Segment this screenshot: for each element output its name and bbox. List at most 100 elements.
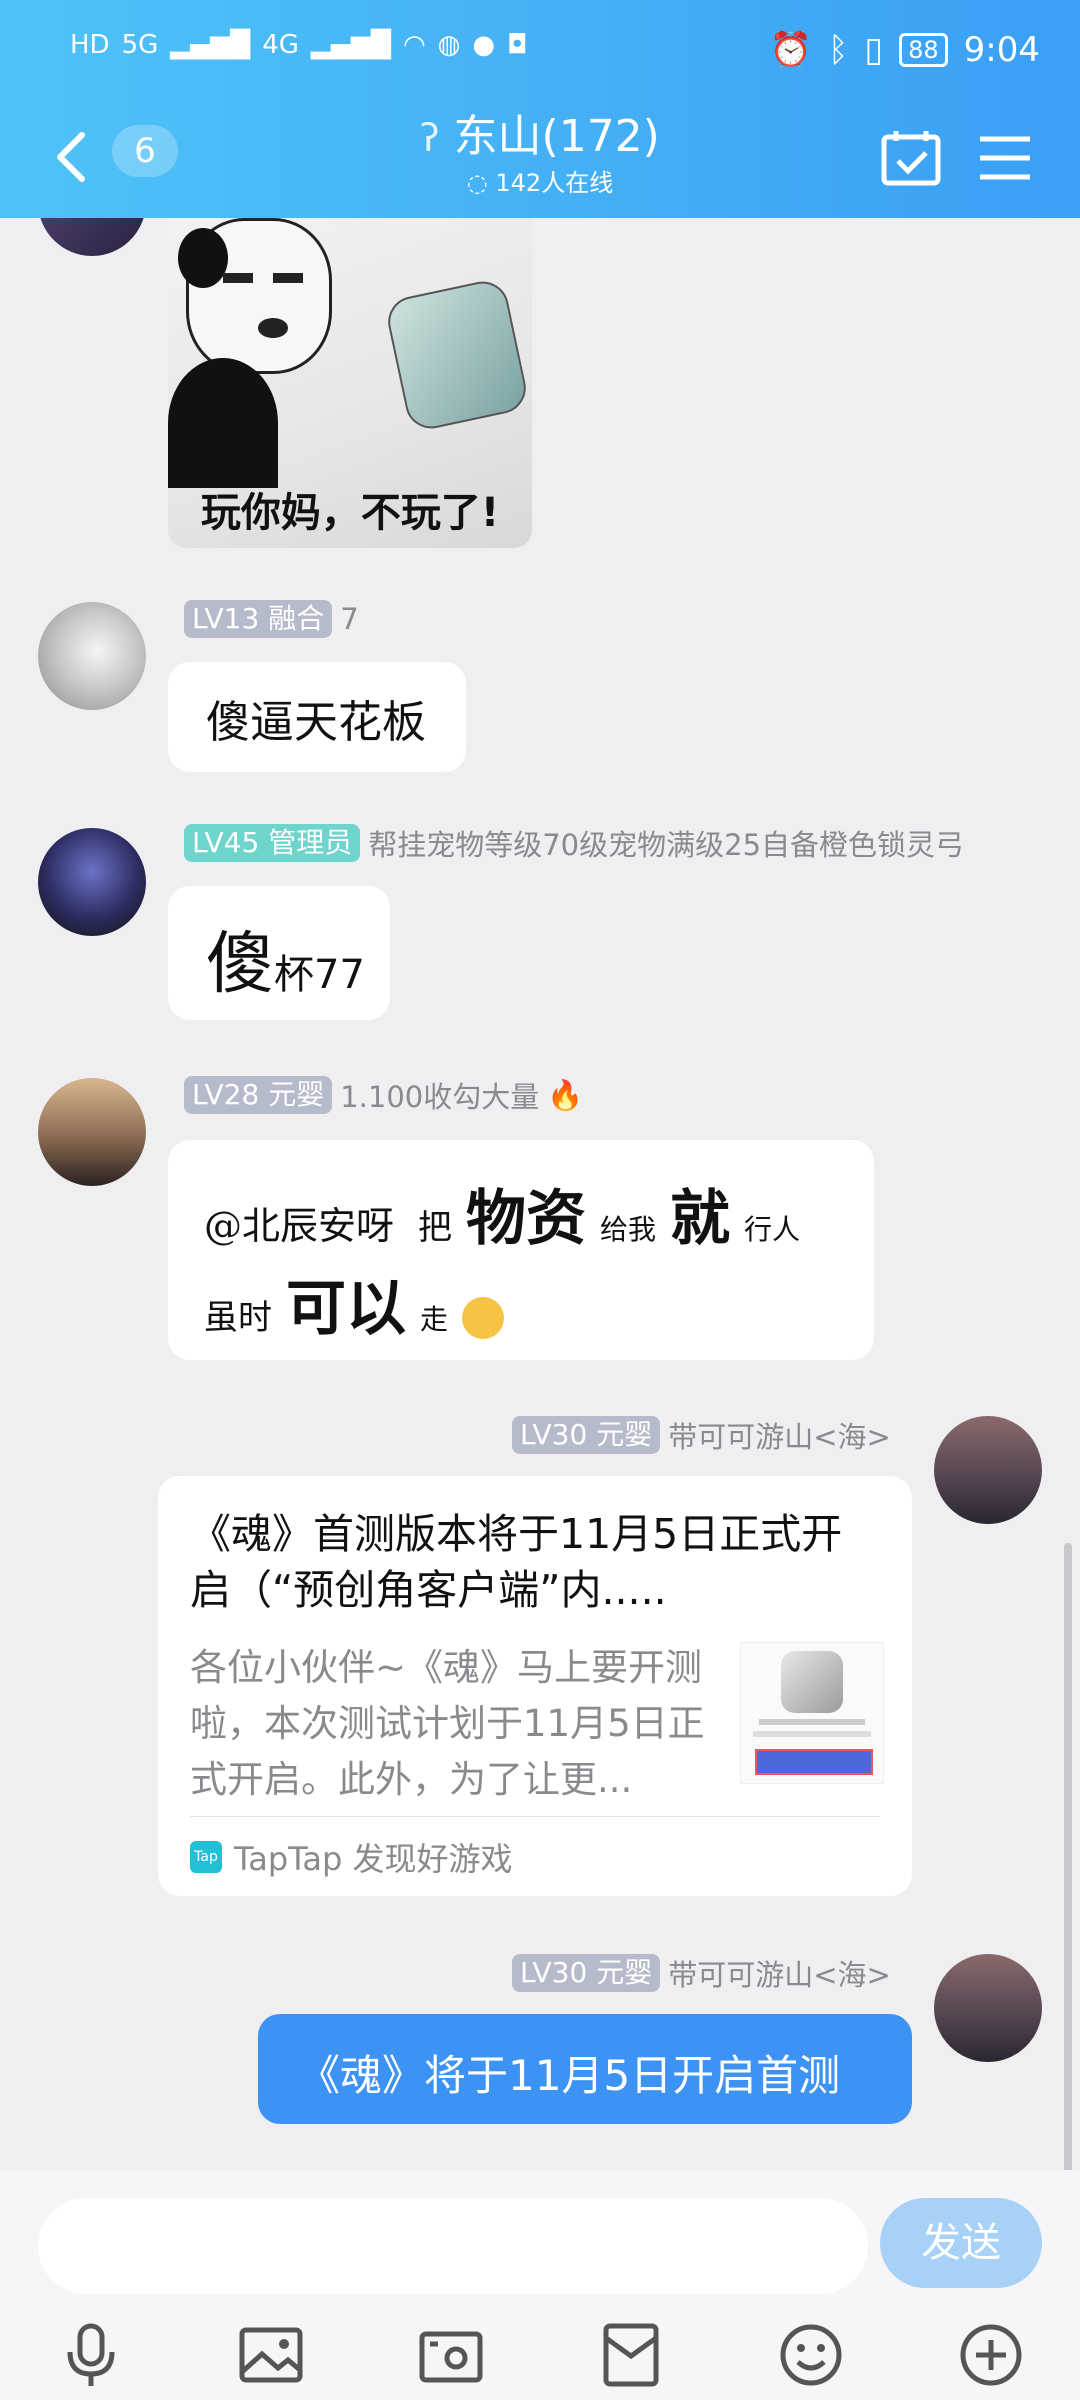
text-segment: 给我 (600, 1213, 657, 1246)
text-segment: 把 (418, 1208, 453, 1248)
sender-meta: LV45 管理员 帮挂宠物等级70级宠物满级25自备橙色锁灵弓 (184, 822, 964, 864)
avatar[interactable] (38, 828, 146, 936)
avatar[interactable] (934, 1954, 1042, 2062)
input-bar: 发送 (0, 2170, 1080, 2400)
battery-indicator: 88 (899, 33, 948, 67)
game-logo-icon (383, 276, 531, 434)
title-text: 元婴 (268, 1078, 325, 1111)
sender-meta: LV28 元婴 1.100收勾大量 🔥 (184, 1074, 583, 1116)
bluetooth-icon: ᛒ (827, 30, 849, 70)
thumbnail-text-line (759, 1719, 865, 1725)
panda-mouth (258, 318, 288, 338)
card-source: Tap TapTap 发现好游戏 (190, 1834, 513, 1880)
text-segment: 行人 (744, 1213, 801, 1246)
nickname[interactable]: 7 (340, 602, 358, 636)
message-line-2: 虽时 可以 走 (204, 1260, 505, 1347)
globe-icon: ◍ (437, 30, 461, 60)
level-text: LV28 (192, 1078, 260, 1111)
card-title: 《魂》首测版本将于11月5日正式开启（“预创角客户端”内..... (190, 1510, 843, 1614)
more-button[interactable] (956, 2320, 1026, 2390)
checkin-button[interactable] (878, 125, 944, 191)
sender-meta: LV30 元婴 带可可游山<海> (512, 1414, 891, 1456)
send-button[interactable]: 发送 (880, 2198, 1042, 2288)
calendar-check-icon (881, 131, 941, 186)
camera-button[interactable] (416, 2320, 486, 2390)
level-text: LV30 (520, 1956, 588, 1989)
camera-icon (419, 2331, 483, 2383)
microphone-icon (67, 2323, 115, 2386)
level-badge: LV45 管理员 (184, 824, 361, 862)
status-left: HD 5G ▂▄▆█ 4G ▂▄▆█ ◠ ◍ ● ◘ (70, 30, 528, 60)
clock: 9:04 (963, 30, 1040, 70)
nickname[interactable]: 1.100收勾大量 (340, 1074, 539, 1116)
text-segment: 可以 (286, 1274, 406, 1344)
avatar[interactable] (934, 1416, 1042, 1524)
message-bubble[interactable]: 傻 杯77 (168, 886, 390, 1020)
avatar[interactable] (38, 218, 146, 256)
taptap-icon: Tap (190, 1841, 222, 1873)
online-icon: ◌ (466, 169, 488, 197)
plus-circle-icon (960, 2324, 1022, 2386)
card-description: 各位小伙伴~《魂》马上要开测啦，本次测试计划于11月5日正式开启。此外，为了让更… (190, 1646, 705, 1801)
nickname[interactable]: 帮挂宠物等级70级宠物满级25自备橙色锁灵弓 (368, 822, 964, 864)
message-bubble[interactable]: @北辰安呀 把 物资 给我 就 行人 虽时 可以 走 (168, 1140, 874, 1360)
shared-link-card[interactable]: 《魂》首测版本将于11月5日正式开启（“预创角客户端”内..... 各位小伙伴~… (158, 1476, 912, 1896)
divider (190, 1816, 880, 1817)
nickname[interactable]: 带可可游山<海> (668, 1414, 891, 1456)
sticker-image[interactable]: 玩你妈，不玩了! (168, 218, 532, 548)
message-text: 傻逼天花板 (206, 697, 426, 748)
message-text: 《魂》将于11月5日开启首测 (298, 2051, 841, 2100)
title-text: 管理员 (268, 826, 353, 859)
source-label: TapTap 发现好游戏 (234, 1840, 513, 1878)
emoji-icon (462, 1296, 505, 1339)
alarm-icon: ⏰ (769, 30, 812, 70)
app-icon: ◘ (507, 30, 528, 60)
red-packet-button[interactable] (596, 2320, 666, 2390)
avatar[interactable] (38, 602, 146, 710)
game-logo-icon (781, 1651, 843, 1713)
sent-message-bubble[interactable]: 《魂》将于11月5日开启首测 (258, 2014, 912, 2124)
text-segment: 虽时 (204, 1298, 272, 1338)
voice-button[interactable] (56, 2320, 126, 2390)
online-count: 142人在线 (495, 169, 614, 197)
fire-icon: 🔥 (547, 1077, 584, 1112)
panda-ear (178, 228, 228, 288)
title-text: 元婴 (596, 1956, 653, 1989)
message-input[interactable] (38, 2198, 868, 2294)
thumbnail-button (755, 1749, 873, 1775)
text-segment: 就 (670, 1184, 731, 1254)
photo-button[interactable] (236, 2320, 306, 2390)
nickname[interactable]: 带可可游山<海> (668, 1952, 891, 1994)
message-text-big: 傻 (206, 925, 275, 1004)
emoji-button[interactable] (776, 2320, 846, 2390)
text-segment: 走 (420, 1303, 449, 1336)
signal-icon: ▂▄▆█ (170, 30, 251, 60)
level-text: LV13 (192, 602, 260, 635)
signal-4g: 4G (262, 30, 299, 60)
menu-button[interactable] (972, 125, 1038, 191)
panda-eye (223, 273, 253, 283)
status-bar: HD 5G ▂▄▆█ 4G ▂▄▆█ ◠ ◍ ● ◘ ⏰ ᛒ ▯ 88 9:04 (0, 0, 1080, 105)
level-badge: LV28 元婴 (184, 1076, 333, 1114)
card-thumbnail (740, 1642, 884, 1784)
vibrate-icon: ▯ (864, 30, 884, 70)
message-bubble[interactable]: 傻逼天花板 (168, 662, 466, 772)
menu-icon (980, 136, 1030, 180)
wifi-icon: ◠ (402, 30, 426, 60)
level-text: LV30 (520, 1418, 588, 1451)
level-badge: LV30 元婴 (512, 1954, 661, 1992)
status-right: ⏰ ᛒ ▯ 88 9:04 (770, 30, 1040, 70)
chat-area[interactable]: 玩你妈，不玩了! LV13 融合 7 傻逼天花板 LV45 管理员 帮挂宠物等级… (0, 218, 1080, 2170)
panda-arm (168, 358, 278, 488)
sticker-caption: 玩你妈，不玩了! (200, 490, 500, 536)
text-segment: 物资 (466, 1184, 587, 1254)
thumbnail-text-line (753, 1731, 871, 1737)
sender-meta: LV13 融合 7 (184, 600, 359, 638)
level-text: LV45 (192, 826, 260, 859)
text-segment: @北辰安呀 (204, 1204, 395, 1248)
title-text: 元婴 (596, 1418, 653, 1451)
smiley-icon (780, 2324, 842, 2386)
scrollbar[interactable] (1064, 1543, 1072, 2170)
nav-bar: 6 ʔ 东山(172) ◌ 142人在线 (0, 105, 1080, 218)
avatar[interactable] (38, 1078, 146, 1186)
